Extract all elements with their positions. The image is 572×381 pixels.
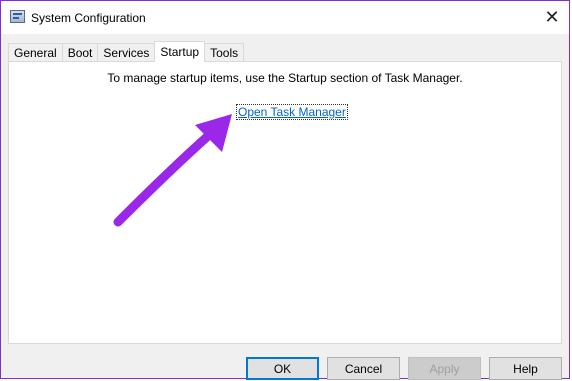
startup-message: To manage startup items, use the Startup… — [107, 71, 463, 85]
tab-general[interactable]: General — [8, 43, 63, 62]
tab-tools[interactable]: Tools — [204, 43, 245, 62]
cancel-button[interactable]: Cancel — [327, 357, 400, 380]
system-configuration-window: System Configuration ✕ General Boot Serv… — [0, 0, 570, 380]
startup-panel: To manage startup items, use the Startup… — [8, 61, 562, 344]
open-task-manager-link[interactable]: Open Task Manager — [238, 105, 346, 119]
close-icon: ✕ — [544, 7, 560, 27]
msconfig-icon — [10, 10, 25, 23]
tab-strip: General Boot Services Startup Tools — [8, 41, 245, 62]
open-task-manager-link-focus: Open Task Manager — [236, 104, 348, 120]
title-bar[interactable]: System Configuration ✕ — [1, 1, 569, 34]
tab-services[interactable]: Services — [97, 43, 156, 62]
close-button[interactable]: ✕ — [535, 1, 569, 34]
ok-button[interactable]: OK — [246, 357, 319, 380]
window-title: System Configuration — [31, 11, 146, 25]
tab-startup[interactable]: Startup — [154, 41, 206, 62]
apply-button[interactable]: Apply — [408, 357, 481, 380]
help-button[interactable]: Help — [489, 357, 562, 380]
tab-boot[interactable]: Boot — [61, 43, 99, 62]
